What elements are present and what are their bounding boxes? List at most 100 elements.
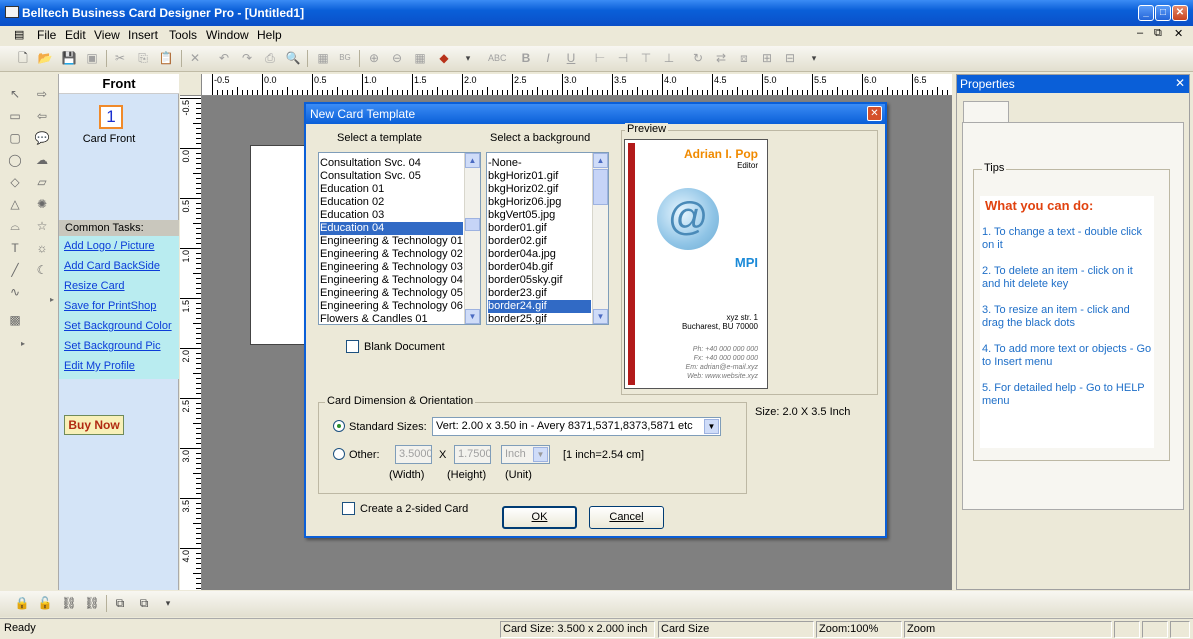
close-button[interactable]: ✕ <box>1172 5 1188 21</box>
background-item[interactable]: bkgHoriz02.gif <box>488 183 591 196</box>
menu-edit[interactable]: Edit <box>65 28 86 42</box>
task-set-bg-pic[interactable]: Set Background Pic <box>64 340 161 352</box>
card-page[interactable] <box>250 145 310 345</box>
template-item[interactable]: Engineering & Technology 02 <box>320 248 463 261</box>
background-listbox[interactable]: -None-bkgHoriz01.gif bkgHoriz02.gif bkgHor… <box>486 152 609 325</box>
template-item[interactable]: Education 01 <box>320 183 463 196</box>
open-icon[interactable]: 📂 <box>37 50 53 66</box>
bold-icon[interactable]: B <box>518 50 534 66</box>
background-item[interactable]: -None- <box>488 157 591 170</box>
parallelogram-tool-icon[interactable]: ▱ <box>34 174 50 190</box>
template-item[interactable]: Education 03 <box>320 209 463 222</box>
moon-tool-icon[interactable]: ☾ <box>34 262 50 278</box>
text-tool-icon[interactable]: T <box>7 240 23 256</box>
image-tool-icon[interactable]: ▩ <box>7 312 23 328</box>
layer-back-icon[interactable]: ⧉ <box>136 595 152 611</box>
width-input[interactable]: 3.5000 <box>395 445 432 464</box>
zoom-out-icon[interactable]: ⊖ <box>389 50 405 66</box>
task-add-logo[interactable]: Add Logo / Picture <box>64 240 155 252</box>
task-save-printshop[interactable]: Save for PrintShop <box>64 300 156 312</box>
properties-tab[interactable] <box>963 101 1009 123</box>
diamond-tool-icon[interactable]: ◇ <box>7 174 23 190</box>
dialog-close-button[interactable]: ✕ <box>867 106 882 121</box>
properties-icon[interactable]: ▦ <box>315 50 331 66</box>
menu-window[interactable]: Window <box>206 28 249 42</box>
select-tool-icon[interactable]: ↖ <box>7 86 23 102</box>
chevron-down-icon[interactable]: ▼ <box>704 419 719 434</box>
cloud-callout-tool-icon[interactable]: ☁ <box>34 152 50 168</box>
menu-insert[interactable]: Insert <box>128 28 158 42</box>
align-left-icon[interactable]: ⊢ <box>592 50 608 66</box>
spellcheck-icon[interactable]: ABC <box>488 50 507 66</box>
background-item[interactable]: border04a.jpg <box>488 248 591 261</box>
cut-icon[interactable]: ✂ <box>112 50 128 66</box>
center-v-icon[interactable]: ⊟ <box>782 50 798 66</box>
save-as-icon[interactable]: ▣ <box>84 50 100 66</box>
task-edit-profile[interactable]: Edit My Profile <box>64 360 135 372</box>
copy-icon[interactable]: ⎘ <box>135 50 151 66</box>
group-icon[interactable]: ⛓ <box>61 595 77 611</box>
callout-tool-icon[interactable]: 💬 <box>34 130 50 146</box>
bottom-toolbar-overflow-icon[interactable]: ▾ <box>160 595 176 611</box>
template-item[interactable]: Engineering & Technology 01 <box>320 235 463 248</box>
arrow-left-tool-icon[interactable]: ⇦ <box>34 108 50 124</box>
background-item[interactable]: border24.gif <box>488 300 591 313</box>
background-item[interactable]: bkgHoriz06.jpg <box>488 196 591 209</box>
menu-view[interactable]: View <box>94 28 120 42</box>
two-sided-checkbox[interactable] <box>342 502 355 515</box>
rounded-rect-tool-icon[interactable]: ▢ <box>7 130 23 146</box>
unit-select[interactable]: Inch ▼ <box>501 445 550 464</box>
chevron-down-icon[interactable]: ▼ <box>533 447 548 462</box>
mdi-close-icon[interactable]: ✕ <box>1174 27 1183 40</box>
background-item[interactable]: bkgHoriz01.gif <box>488 170 591 183</box>
sun-tool-icon[interactable]: ☼ <box>34 240 50 256</box>
buy-now-button[interactable]: Buy Now <box>64 415 124 435</box>
new-icon[interactable]: 🗋 <box>15 50 31 66</box>
template-item[interactable]: Consultation Svc. 04 <box>320 157 463 170</box>
freeform-tool-icon[interactable]: ⌓ <box>7 218 23 234</box>
rotate-icon[interactable]: ↻ <box>690 50 706 66</box>
background-icon[interactable]: BG <box>337 50 353 66</box>
zoom-in-icon[interactable]: ⊕ <box>366 50 382 66</box>
template-item[interactable]: Engineering & Technology 03 <box>320 261 463 274</box>
template-listbox[interactable]: Consultation Svc. 04 Consultation Svc. 05… <box>318 152 481 325</box>
properties-close-icon[interactable]: ✕ <box>1175 76 1185 90</box>
scroll-up-icon[interactable]: ▲ <box>465 153 480 168</box>
print-preview-icon[interactable]: 🔍 <box>285 50 301 66</box>
card-front-thumbnail[interactable]: 1 <box>99 105 123 129</box>
flip-icon[interactable]: ⇄ <box>713 50 729 66</box>
grid-icon[interactable]: ▦ <box>412 50 428 66</box>
blank-document-checkbox[interactable] <box>346 340 359 353</box>
maximize-button[interactable]: □ <box>1155 5 1171 21</box>
paste-icon[interactable]: 📋 <box>158 50 174 66</box>
background-item[interactable]: border04b.gif <box>488 261 591 274</box>
background-item[interactable]: border25.gif <box>488 313 591 324</box>
toolbar-overflow-icon[interactable]: ▾ <box>460 50 476 66</box>
template-scrollbar[interactable]: ▲ ▼ <box>464 153 480 324</box>
background-item[interactable]: bkgVert05.jpg <box>488 209 591 222</box>
background-item[interactable]: border05sky.gif <box>488 274 591 287</box>
align-top-icon[interactable]: ⊤ <box>638 50 654 66</box>
toolbar2-overflow-icon[interactable]: ▾ <box>806 50 822 66</box>
line-tool-icon[interactable]: ╱ <box>7 262 23 278</box>
menu-help[interactable]: Help <box>257 28 282 42</box>
save-icon[interactable]: 💾 <box>61 50 77 66</box>
background-scrollbar[interactable]: ▲ ▼ <box>592 153 608 324</box>
unlock-icon[interactable]: 🔓 <box>37 595 53 611</box>
minimize-button[interactable]: _ <box>1138 5 1154 21</box>
height-input[interactable]: 1.7500 <box>454 445 491 464</box>
template-item[interactable]: Education 02 <box>320 196 463 209</box>
template-item[interactable]: Engineering & Technology 06 <box>320 300 463 313</box>
redo-icon[interactable]: ↷ <box>239 50 255 66</box>
background-item[interactable]: border01.gif <box>488 222 591 235</box>
standard-sizes-radio[interactable] <box>333 420 345 432</box>
background-item[interactable]: border02.gif <box>488 235 591 248</box>
bring-front-icon[interactable]: ⧈ <box>736 50 752 66</box>
book-icon[interactable]: ◆ <box>436 50 452 66</box>
template-item[interactable]: Consultation Svc. 05 <box>320 170 463 183</box>
arrow-right-tool-icon[interactable]: ⇨ <box>34 86 50 102</box>
template-item[interactable]: Flowers & Candles 01 <box>320 313 463 324</box>
align-right-icon[interactable]: ⊣ <box>615 50 631 66</box>
delete-icon[interactable]: ✕ <box>187 50 203 66</box>
undo-icon[interactable]: ↶ <box>216 50 232 66</box>
